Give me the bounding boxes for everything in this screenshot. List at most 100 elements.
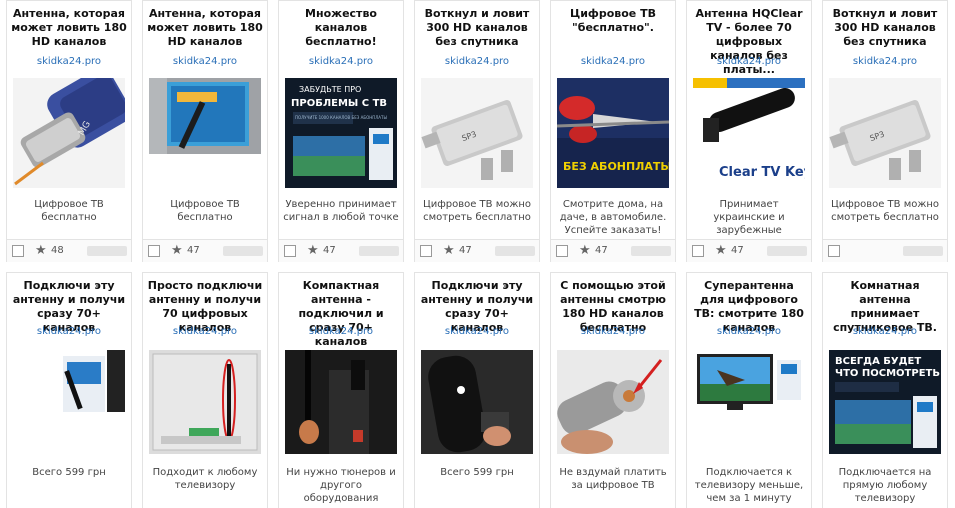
ad-image[interactable] bbox=[285, 350, 397, 454]
ad-domain[interactable]: skidka24.pro bbox=[415, 326, 539, 338]
select-checkbox[interactable] bbox=[284, 245, 296, 257]
ad-domain[interactable]: skidka24.pro bbox=[687, 326, 811, 338]
ad-description: Цифровое ТВ можно смотреть бесплатно bbox=[422, 199, 532, 223]
ad-description: Не вздумай платить за цифровое ТВ bbox=[559, 467, 667, 491]
ad-domain[interactable]: skidka24.pro bbox=[551, 326, 675, 338]
splitter-image: SP3 bbox=[421, 78, 533, 188]
ad-domain[interactable]: skidka24.pro bbox=[823, 56, 947, 68]
star-icon: ★ bbox=[443, 243, 455, 258]
select-checkbox[interactable] bbox=[420, 245, 432, 257]
always-watch-banner-image: ВСЕГДА БУДЕТ ЧТО ПОСМОТРЕТЬ bbox=[829, 350, 941, 454]
ad-card[interactable]: Подключи эту антенну и получи сразу 70+ … bbox=[6, 272, 132, 508]
ad-footer: ★ 47 bbox=[279, 239, 403, 262]
ad-description: Всего 599 грн bbox=[440, 467, 514, 478]
ad-domain[interactable]: skidka24.pro bbox=[279, 326, 403, 338]
rating-count: 47 bbox=[323, 245, 336, 256]
ad-title[interactable]: Цифровое ТВ "бесплатно". bbox=[555, 7, 671, 35]
ad-card[interactable]: Множество каналов бесплатно! skidka24.pr… bbox=[278, 0, 404, 262]
ad-title[interactable]: Антенна, которая может ловить 180 HD кан… bbox=[11, 7, 127, 49]
scissors-cable-image: БЕЗ АБОНПЛАТЫ bbox=[557, 78, 669, 188]
rating-count: 47 bbox=[187, 245, 200, 256]
ad-image[interactable] bbox=[13, 350, 125, 416]
ad-domain[interactable]: skidka24.pro bbox=[823, 326, 947, 338]
ad-image[interactable]: SP3 bbox=[829, 78, 941, 188]
clear-tv-key-image: Clear TV Key bbox=[693, 78, 805, 188]
banner-line-2: ПРОБЛЕМЫ С ТВ bbox=[291, 98, 387, 109]
redacted-text bbox=[359, 246, 399, 256]
ad-domain[interactable]: skidka24.pro bbox=[7, 326, 131, 338]
ad-image[interactable]: MG bbox=[13, 78, 125, 188]
ad-card[interactable]: С помощью этой антенны смотрю 180 HD кан… bbox=[550, 272, 676, 508]
tv-problems-banner-image: ЗАБУДЬТЕ ПРО ПРОБЛЕМЫ С ТВ ПОЛУЧИТЕ 1000… bbox=[285, 78, 397, 188]
tv-back-panel-image bbox=[149, 350, 261, 454]
ad-title[interactable]: Антенна, которая может ловить 180 HD кан… bbox=[147, 7, 263, 49]
ad-footer: ★ 47 bbox=[415, 239, 539, 262]
rating-count: 47 bbox=[595, 245, 608, 256]
ad-title[interactable]: Воткнул и ловит 300 HD каналов без спутн… bbox=[827, 7, 943, 49]
ad-domain[interactable]: skidka24.pro bbox=[415, 56, 539, 68]
redacted-text bbox=[223, 246, 263, 256]
ad-footer: ★ 47 bbox=[551, 239, 675, 262]
redacted-text bbox=[495, 246, 535, 256]
ad-title[interactable]: Компактная антенна - подключил и сразу 7… bbox=[283, 279, 399, 349]
antenna-product-image bbox=[13, 350, 125, 416]
ad-description: Ни нужно тюнеров и другого оборудования bbox=[286, 467, 396, 504]
banner-label: Clear TV Key bbox=[719, 165, 805, 180]
ad-domain[interactable]: skidka24.pro bbox=[551, 56, 675, 68]
ad-domain[interactable]: skidka24.pro bbox=[7, 56, 131, 68]
ad-description: Всего 599 грн bbox=[32, 467, 106, 478]
ad-grid: Антенна, которая может ловить 180 HD кан… bbox=[0, 0, 955, 508]
ad-description: Подходит к любому телевизору bbox=[152, 467, 258, 491]
ad-image[interactable]: SP3 bbox=[421, 78, 533, 188]
ad-domain[interactable]: skidka24.pro bbox=[143, 56, 267, 68]
ad-domain[interactable]: skidka24.pro bbox=[687, 56, 811, 68]
antenna-connector-image: MG bbox=[13, 78, 125, 188]
ad-image[interactable]: ЗАБУДЬТЕ ПРО ПРОБЛЕМЫ С ТВ ПОЛУЧИТЕ 1000… bbox=[285, 78, 397, 188]
splitter-image: SP3 bbox=[829, 78, 941, 188]
redacted-text bbox=[767, 246, 807, 256]
redacted-text bbox=[87, 246, 127, 256]
star-icon: ★ bbox=[171, 243, 183, 258]
ad-card[interactable]: Антенна, которая может ловить 180 HD кан… bbox=[142, 0, 268, 262]
ad-card[interactable]: Воткнул и ловит 300 HD каналов без спутн… bbox=[414, 0, 540, 262]
ad-card[interactable]: Суперантенна для цифрового ТВ: смотрите … bbox=[686, 272, 812, 508]
select-checkbox[interactable] bbox=[692, 245, 704, 257]
ad-card[interactable]: Компактная антенна - подключил и сразу 7… bbox=[278, 272, 404, 508]
select-checkbox[interactable] bbox=[148, 245, 160, 257]
connector-closeup-image bbox=[557, 350, 669, 454]
ad-domain[interactable]: skidka24.pro bbox=[279, 56, 403, 68]
ad-card[interactable]: Воткнул и ловит 300 HD каналов без спутн… bbox=[822, 0, 948, 262]
ad-image[interactable]: БЕЗ АБОНПЛАТЫ bbox=[557, 78, 669, 188]
star-icon: ★ bbox=[579, 243, 591, 258]
ad-title[interactable]: Воткнул и ловит 300 HD каналов без спутн… bbox=[419, 7, 535, 49]
ad-footer: ★ 47 bbox=[687, 239, 811, 262]
ad-domain[interactable]: skidka24.pro bbox=[143, 326, 267, 338]
ad-description: Смотрите дома, на даче, в автомобиле. Ус… bbox=[559, 199, 667, 236]
ad-card[interactable]: Комнатная антенна принимает спутниковое … bbox=[822, 272, 948, 508]
redacted-text bbox=[631, 246, 671, 256]
ad-image[interactable] bbox=[693, 350, 805, 416]
ad-image[interactable] bbox=[421, 350, 533, 454]
banner-label: БЕЗ АБОНПЛАТЫ bbox=[563, 160, 669, 173]
ad-card[interactable]: Антенна, которая может ловить 180 HD кан… bbox=[6, 0, 132, 262]
ad-card[interactable]: Цифровое ТВ "бесплатно". skidka24.pro БЕ… bbox=[550, 0, 676, 262]
select-checkbox[interactable] bbox=[556, 245, 568, 257]
ad-card[interactable]: Подключи эту антенну и получи сразу 70+ … bbox=[414, 272, 540, 508]
ad-card[interactable]: Антенна HQClear TV - более 70 цифровых к… bbox=[686, 0, 812, 262]
ad-card[interactable]: Просто подключи антенну и получи 70 цифр… bbox=[142, 272, 268, 508]
select-checkbox[interactable] bbox=[828, 245, 840, 257]
select-checkbox[interactable] bbox=[12, 245, 24, 257]
banner-line-1: ВСЕГДА БУДЕТ bbox=[835, 356, 921, 367]
ad-image[interactable]: ВСЕГДА БУДЕТ ЧТО ПОСМОТРЕТЬ bbox=[829, 350, 941, 454]
ad-title[interactable]: Множество каналов бесплатно! bbox=[283, 7, 399, 49]
banner-line-2: ЧТО ПОСМОТРЕТЬ bbox=[835, 368, 940, 379]
banner-line-3: ПОЛУЧИТЕ 1000 КАНАЛОВ БЕЗ АБОНПЛАТЫ bbox=[295, 115, 387, 120]
ad-image[interactable]: Clear TV Key bbox=[693, 78, 805, 188]
star-icon: ★ bbox=[35, 243, 47, 258]
rating-count: 47 bbox=[731, 245, 744, 256]
rating-count: 48 bbox=[51, 245, 64, 256]
ad-image[interactable] bbox=[557, 350, 669, 454]
ad-image[interactable] bbox=[149, 350, 261, 454]
ad-image[interactable] bbox=[149, 78, 261, 154]
ad-footer: ★ 47 bbox=[143, 239, 267, 262]
